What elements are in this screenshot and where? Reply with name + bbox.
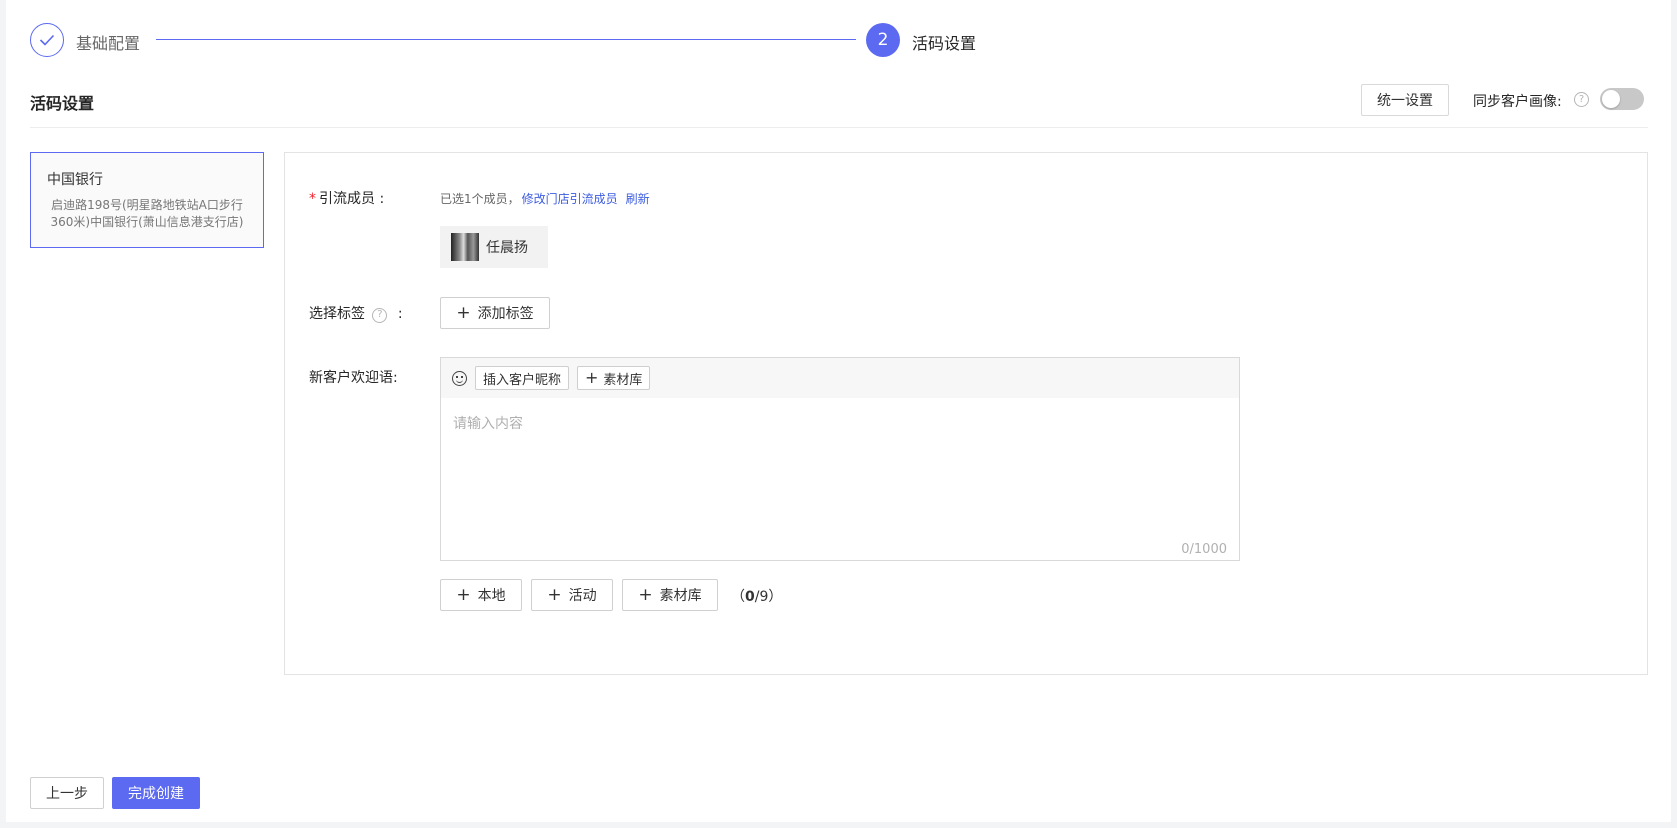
- editor-material-lib-label: 素材库: [603, 372, 643, 388]
- section-title: 活码设置: [30, 94, 95, 113]
- store-card[interactable]: 中国银行 启迪路198号(明星路地铁站A口步行360米)中国银行(萧山信息港支行…: [30, 152, 264, 248]
- sync-profile-label: 同步客户画像:: [1473, 94, 1562, 110]
- refresh-link[interactable]: 刷新: [626, 192, 650, 206]
- step1-check-icon: [30, 23, 64, 57]
- editor-material-lib-button[interactable]: + 素材库: [577, 366, 651, 390]
- step-connector-line: [156, 39, 856, 40]
- plus-icon: +: [585, 368, 599, 387]
- welcome-label: 新客户欢迎语:: [309, 370, 398, 386]
- prev-step-button[interactable]: 上一步: [30, 777, 104, 809]
- insert-nickname-button[interactable]: 插入客户昵称: [475, 366, 570, 390]
- step2-label: 活码设置: [912, 34, 977, 53]
- welcome-editor[interactable]: 插入客户昵称 + 素材库 请输入内容 0/1000: [440, 357, 1240, 561]
- member-name: 任晨扬: [486, 240, 528, 256]
- finish-create-button[interactable]: 完成创建: [112, 777, 200, 809]
- store-name: 中国银行: [47, 172, 103, 188]
- editor-toolbar: 插入客户昵称 + 素材库: [441, 358, 1239, 398]
- plus-icon: +: [547, 584, 562, 605]
- attach-activity-label: 活动: [568, 588, 597, 604]
- avatar: [451, 233, 479, 261]
- members-label: * 引流成员 :: [309, 188, 384, 208]
- members-label-text: 引流成员 :: [319, 191, 385, 207]
- attach-local-button[interactable]: + 本地: [440, 579, 522, 611]
- attach-material-lib-label: 素材库: [659, 588, 702, 604]
- attach-material-lib-button[interactable]: + 素材库: [622, 579, 718, 611]
- char-counter: 0/1000: [1181, 542, 1227, 557]
- tags-label: 选择标签 ? :: [309, 303, 403, 323]
- form-panel: * 引流成员 : 已选1个成员， 修改门店引流成员 刷新 任晨扬 选择标签 ? : +…: [284, 152, 1648, 675]
- header-divider: [30, 127, 1648, 128]
- attachment-count-open: （: [731, 589, 745, 605]
- members-hint-row: 已选1个成员， 修改门店引流成员 刷新: [440, 190, 650, 207]
- attach-activity-button[interactable]: + 活动: [531, 579, 613, 611]
- plus-icon: +: [456, 302, 471, 323]
- plus-icon: +: [638, 584, 653, 605]
- plus-icon: +: [456, 584, 471, 605]
- page: 基础配置 2 活码设置 活码设置 统一设置 同步客户画像: ? 中国银行 启迪路…: [6, 0, 1671, 822]
- add-tag-label: 添加标签: [477, 306, 534, 322]
- member-chip: 任晨扬: [440, 226, 548, 268]
- attachment-count-rest: /9）: [754, 589, 783, 605]
- tags-help-icon[interactable]: ?: [372, 307, 388, 323]
- tags-label-text: 选择标签: [309, 306, 365, 322]
- tags-label-colon: :: [397, 306, 403, 322]
- modify-members-link[interactable]: 修改门店引流成员: [522, 192, 618, 206]
- members-hint: 已选1个成员，: [440, 192, 520, 206]
- required-mark: *: [309, 191, 316, 207]
- step2-number-badge: 2: [866, 23, 900, 57]
- steps-bar: 基础配置 2 活码设置: [30, 23, 1030, 57]
- sync-help-icon[interactable]: ?: [1574, 92, 1589, 107]
- attachment-count: （0/9）: [731, 586, 782, 606]
- add-tag-button[interactable]: + 添加标签: [440, 297, 550, 329]
- attach-local-label: 本地: [477, 588, 506, 604]
- store-address: 启迪路198号(明星路地铁站A口步行360米)中国银行(萧山信息港支行店): [50, 198, 244, 229]
- unify-settings-button[interactable]: 统一设置: [1361, 84, 1449, 116]
- welcome-textarea-placeholder[interactable]: 请输入内容: [453, 413, 523, 433]
- step1-label: 基础配置: [76, 34, 141, 53]
- attachment-count-current: 0: [745, 589, 755, 605]
- sync-profile-toggle[interactable]: [1600, 88, 1644, 110]
- toggle-knob: [1602, 90, 1620, 108]
- emoji-icon[interactable]: [452, 370, 467, 386]
